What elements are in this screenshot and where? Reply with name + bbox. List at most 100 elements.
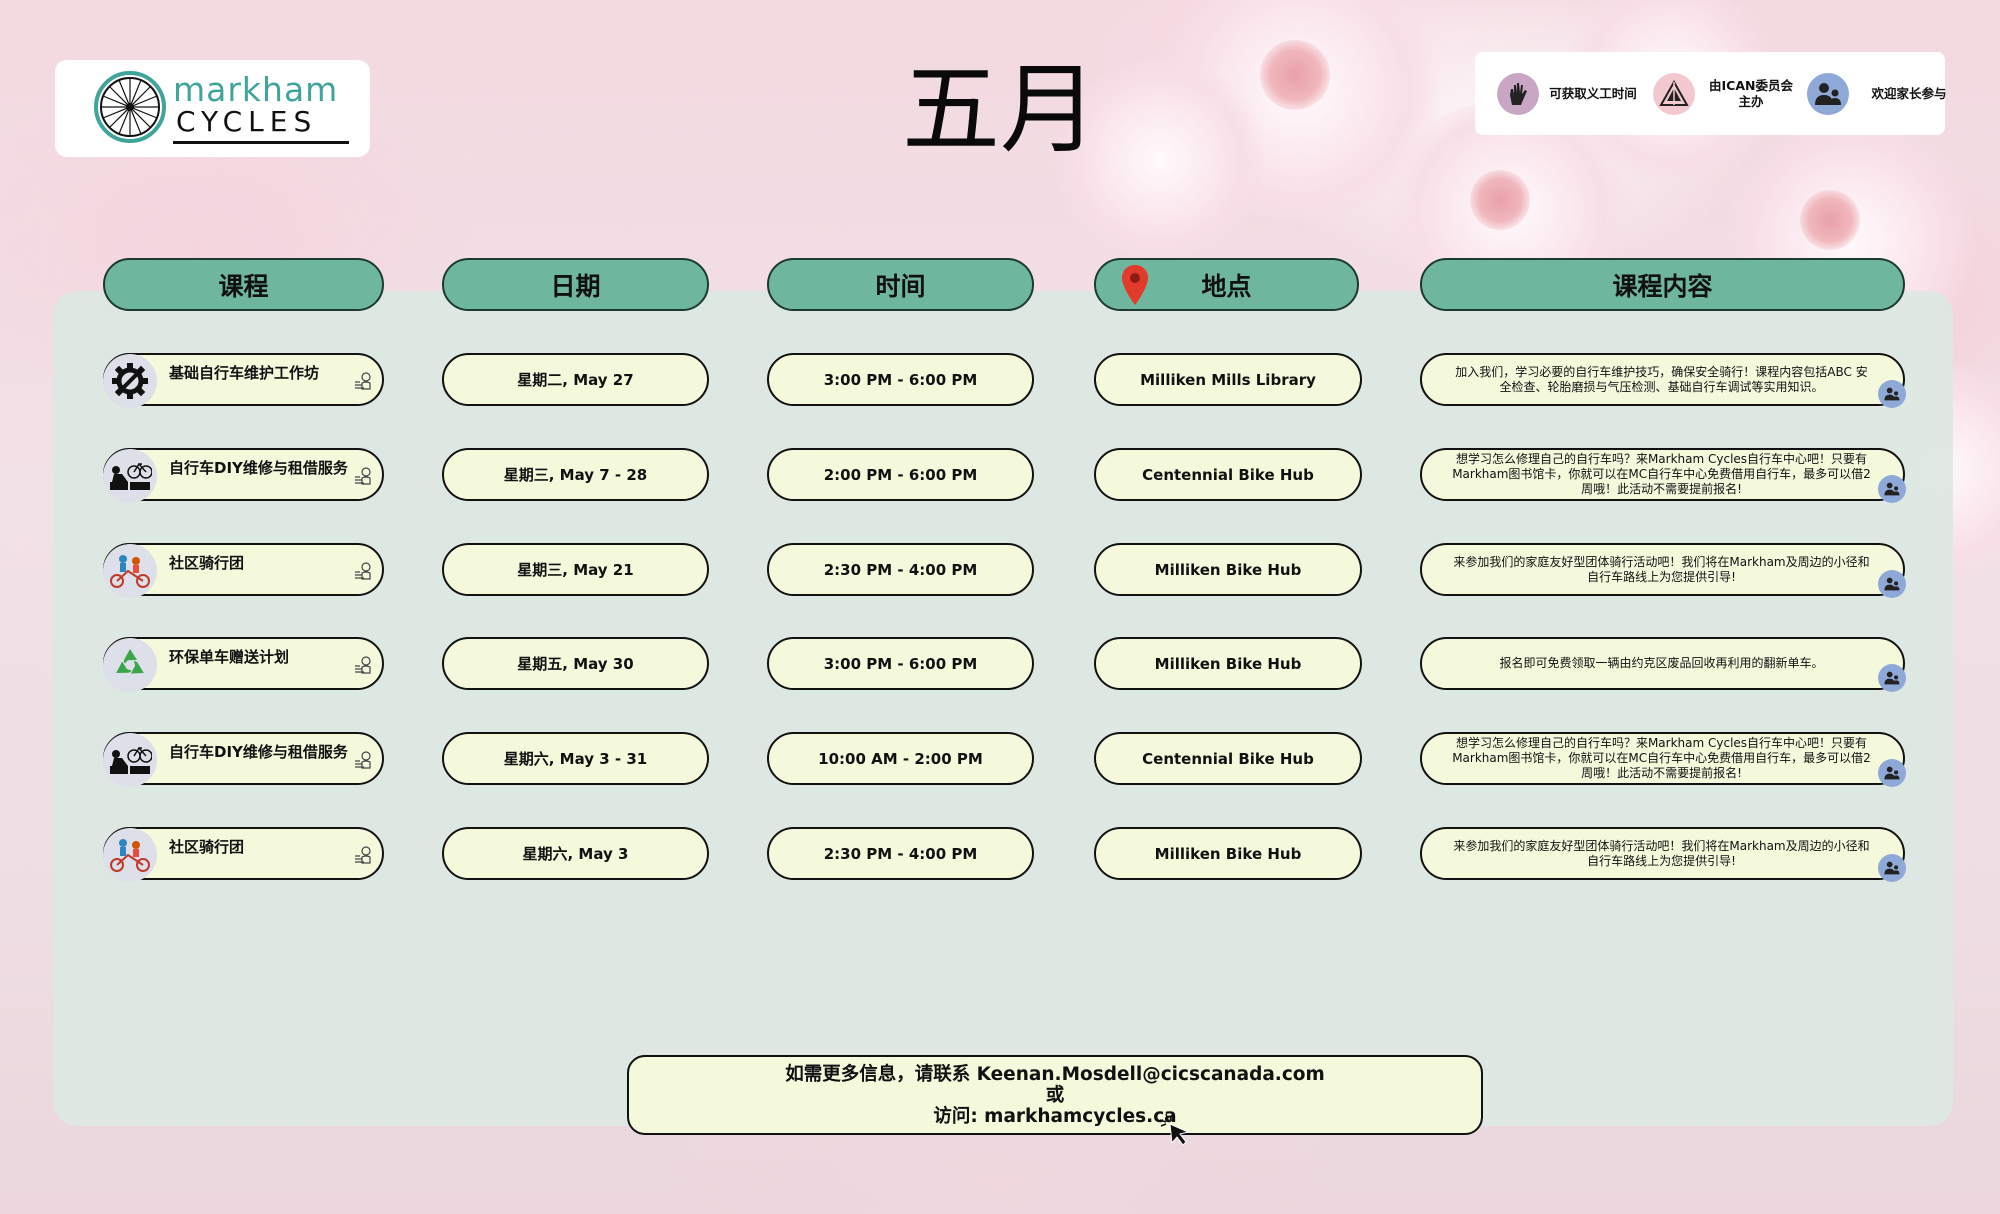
parent-child-icon [1878, 854, 1906, 882]
volunteer-badge-icon [352, 653, 374, 675]
family-ride-icon [103, 544, 157, 598]
header-content: 课程内容 [1420, 258, 1905, 311]
location-cell: Milliken Bike Hub [1094, 637, 1362, 690]
schedule-panel [53, 291, 1953, 1126]
volunteer-badge-icon [352, 464, 374, 486]
parent-child-icon [1878, 380, 1906, 408]
header-location: 地点 [1094, 258, 1359, 311]
content-text: 来参加我们的家庭友好型团体骑行活动吧！我们将在Markham及周边的小径和自行车… [1453, 554, 1870, 584]
hand-icon [1497, 72, 1539, 115]
location-cell: Centennial Bike Hub [1094, 732, 1362, 785]
header-time: 时间 [767, 258, 1034, 311]
course-cell[interactable]: 环保单车赠送计划 [103, 637, 384, 692]
bike-repair-icon [103, 733, 157, 787]
date-cell-text: 星期三, May 7 - 28 [503, 466, 648, 484]
location-cell-text: Milliken Bike Hub [1154, 654, 1302, 673]
header-label: 课程内容 [1612, 271, 1713, 301]
content-cell: 加入我们，学习必要的自行车维护技巧，确保安全骑行！课程内容包括ABC 安全检查、… [1420, 353, 1906, 408]
date-cell-text: 星期五, May 30 [517, 655, 634, 673]
location-cell-text: Centennial Bike Hub [1142, 465, 1314, 484]
parent-child-icon [1878, 475, 1906, 503]
date-cell: 星期六, May 3 [442, 827, 709, 880]
mouse-cursor-icon [1159, 1113, 1190, 1146]
time-cell: 10:00 AM - 2:00 PM [767, 732, 1034, 785]
location-cell-text: Milliken Bike Hub [1154, 560, 1302, 579]
family-ride-icon [103, 828, 157, 882]
volunteer-badge-icon [352, 843, 374, 865]
header-label: 日期 [550, 271, 601, 301]
date-cell: 星期三, May 7 - 28 [442, 448, 709, 501]
contact-info-box: 如需更多信息，请联系 Keenan.Mosdell@cicscanada.com… [627, 1055, 1483, 1135]
recycle-icon [103, 638, 157, 692]
date-cell-text: 星期三, May 21 [517, 561, 634, 579]
header-course: 课程 [103, 258, 384, 311]
date-cell: 星期三, May 21 [442, 543, 709, 596]
legend-label: 欢迎家长参与 [1871, 85, 1947, 101]
location-cell-text: Milliken Bike Hub [1154, 844, 1302, 863]
content-text: 想学习怎么修理自己的自行车吗？来Markham Cycles自行车中心吧！只要有… [1452, 452, 1871, 496]
location-cell-text: Centennial Bike Hub [1142, 749, 1314, 768]
parent-child-icon [1878, 759, 1906, 787]
time-cell-text: 2:30 PM - 4:00 PM [823, 844, 978, 863]
course-cell[interactable]: 基础自行车维护工作坊 [103, 353, 384, 408]
content-cell: 想学习怎么修理自己的自行车吗？来Markham Cycles自行车中心吧！只要有… [1420, 448, 1906, 503]
legend-label: 由ICAN委员会主办 [1709, 77, 1793, 109]
bike-repair-icon [103, 449, 157, 503]
parent-child-icon [1878, 570, 1906, 598]
date-cell-text: 星期六, May 3 - 31 [503, 750, 648, 768]
date-cell: 星期六, May 3 - 31 [442, 732, 709, 785]
course-name: 基础自行车维护工作坊 [169, 364, 320, 382]
course-cell[interactable]: 自行车DIY维修与租借服务 [103, 732, 384, 787]
location-cell-text: Milliken Mills Library [1140, 370, 1316, 389]
course-cell[interactable]: 社区骑行团 [103, 543, 384, 598]
course-cell[interactable]: 社区骑行团 [103, 827, 384, 882]
date-cell-text: 星期二, May 27 [517, 371, 634, 389]
header-date: 日期 [442, 258, 709, 311]
time-cell: 3:00 PM - 6:00 PM [767, 353, 1034, 406]
contact-or-line: 或 [1045, 1085, 1065, 1106]
contact-email-line[interactable]: 如需更多信息，请联系 Keenan.Mosdell@cicscanada.com [629, 1064, 1481, 1085]
header-label: 地点 [1201, 271, 1252, 301]
legend-item-ican: 由ICAN委员会主办 [1653, 52, 1797, 135]
course-name: 自行车DIY维修与租借服务 [169, 459, 348, 477]
header-label: 课程 [218, 271, 269, 301]
legend-item-parents: 欢迎家长参与 [1807, 52, 1959, 135]
time-cell-text: 3:00 PM - 6:00 PM [823, 654, 978, 673]
course-name: 环保单车赠送计划 [169, 648, 290, 666]
parent-child-icon [1878, 664, 1906, 692]
course-name: 社区骑行团 [169, 554, 245, 572]
content-cell: 报名即可免费领取一辆由约克区废品回收再利用的翻新单车。 [1420, 637, 1906, 692]
content-text: 报名即可免费领取一辆由约克区废品回收再利用的翻新单车。 [1499, 656, 1824, 670]
location-cell: Centennial Bike Hub [1094, 448, 1362, 501]
content-text: 来参加我们的家庭友好型团体骑行活动吧！我们将在Markham及周边的小径和自行车… [1453, 838, 1870, 868]
ican-logo-icon [1653, 72, 1695, 115]
time-cell: 2:00 PM - 6:00 PM [767, 448, 1034, 501]
legend-item-volunteer-hours: 可获取义工时间 [1497, 52, 1637, 135]
volunteer-badge-icon [352, 369, 374, 391]
time-cell: 2:30 PM - 4:00 PM [767, 543, 1034, 596]
parent-child-icon [1807, 72, 1849, 115]
volunteer-badge-icon [352, 559, 374, 581]
legend: 可获取义工时间 由ICAN委员会主办 欢迎家长参与 [1475, 52, 1947, 135]
time-cell-text: 2:00 PM - 6:00 PM [823, 465, 978, 484]
content-text: 加入我们，学习必要的自行车维护技巧，确保安全骑行！课程内容包括ABC 安全检查、… [1455, 364, 1868, 394]
date-cell-text: 星期六, May 3 [522, 845, 629, 863]
legend-label: 可获取义工时间 [1549, 85, 1637, 101]
location-cell: Milliken Bike Hub [1094, 827, 1362, 880]
content-cell: 来参加我们的家庭友好型团体骑行活动吧！我们将在Markham及周边的小径和自行车… [1420, 543, 1906, 598]
header-label: 时间 [875, 271, 926, 301]
time-cell-text: 2:30 PM - 4:00 PM [823, 560, 978, 579]
time-cell-text: 3:00 PM - 6:00 PM [823, 370, 978, 389]
location-cell: Milliken Mills Library [1094, 353, 1362, 406]
time-cell-text: 10:00 AM - 2:00 PM [818, 749, 983, 768]
course-name: 自行车DIY维修与租借服务 [169, 743, 348, 761]
course-name: 社区骑行团 [169, 838, 245, 856]
course-cell[interactable]: 自行车DIY维修与租借服务 [103, 448, 384, 503]
time-cell: 2:30 PM - 4:00 PM [767, 827, 1034, 880]
location-cell: Milliken Bike Hub [1094, 543, 1362, 596]
time-cell: 3:00 PM - 6:00 PM [767, 637, 1034, 690]
content-cell: 想学习怎么修理自己的自行车吗？来Markham Cycles自行车中心吧！只要有… [1420, 732, 1906, 787]
gear-wrench-icon [103, 354, 157, 408]
contact-website-line[interactable]: 访问: markhamcycles.ca [629, 1106, 1481, 1127]
map-pin-icon [1122, 265, 1148, 305]
